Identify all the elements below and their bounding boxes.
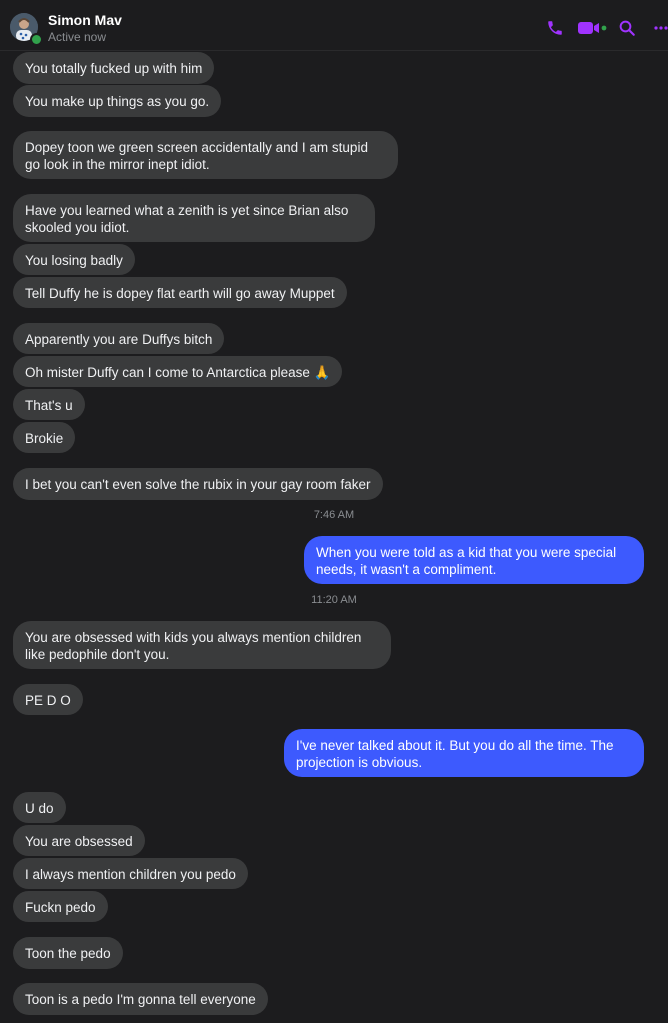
message-bubble[interactable]: That's u	[13, 389, 85, 420]
message-bubble[interactable]: Toon the pedo	[13, 937, 123, 969]
conversation-header: Simon Mav Active now	[0, 0, 668, 51]
message-bubble[interactable]: You make up things as you go.	[13, 85, 222, 117]
message-bubble[interactable]: Fuckn pedo	[13, 891, 108, 922]
message-bubble[interactable]: You losing badly	[13, 244, 135, 275]
message-bubble[interactable]: I always mention children you pedo	[13, 858, 248, 889]
presence-dot	[30, 33, 43, 46]
message-bubble[interactable]: Toon is a pedo I'm gonna tell everyone	[13, 983, 268, 1015]
message-bubble[interactable]: Oh mister Duffy can I come to Antarctica…	[13, 356, 343, 387]
contact-status: Active now	[48, 30, 107, 44]
message-bubble[interactable]: Apparently you are Duffys bitch	[13, 323, 225, 354]
timestamp: 11:20 AM	[311, 594, 357, 606]
more-icon[interactable]	[650, 19, 668, 37]
timestamp: 7:46 AM	[313, 509, 355, 521]
message-bubble-sent[interactable]: I've never talked about it. But you do a…	[284, 729, 644, 777]
message-bubble[interactable]: PE D O	[13, 684, 83, 715]
message-bubble[interactable]: You totally fucked up with him	[13, 52, 215, 84]
search-icon[interactable]	[618, 19, 636, 37]
message-bubble[interactable]: Tell Duffy he is dopey flat earth will g…	[13, 277, 347, 308]
message-bubble[interactable]: U do	[13, 792, 66, 823]
message-bubble[interactable]: Dopey toon we green screen accidentally …	[13, 131, 398, 179]
video-icon[interactable]	[577, 19, 607, 37]
message-bubble-sent[interactable]: When you were told as a kid that you wer…	[304, 536, 644, 584]
message-bubble[interactable]: Have you learned what a zenith is yet si…	[13, 194, 375, 242]
message-bubble[interactable]: I bet you can't even solve the rubix in …	[13, 468, 383, 500]
contact-name[interactable]: Simon Mav	[48, 12, 122, 28]
message-bubble[interactable]: Brokie	[13, 422, 76, 453]
message-bubble[interactable]: You are obsessed	[13, 825, 145, 856]
message-thread[interactable]: You totally fucked up with him You make …	[0, 51, 668, 1023]
phone-icon[interactable]	[546, 19, 564, 37]
message-bubble[interactable]: You are obsessed with kids you always me…	[13, 621, 391, 669]
